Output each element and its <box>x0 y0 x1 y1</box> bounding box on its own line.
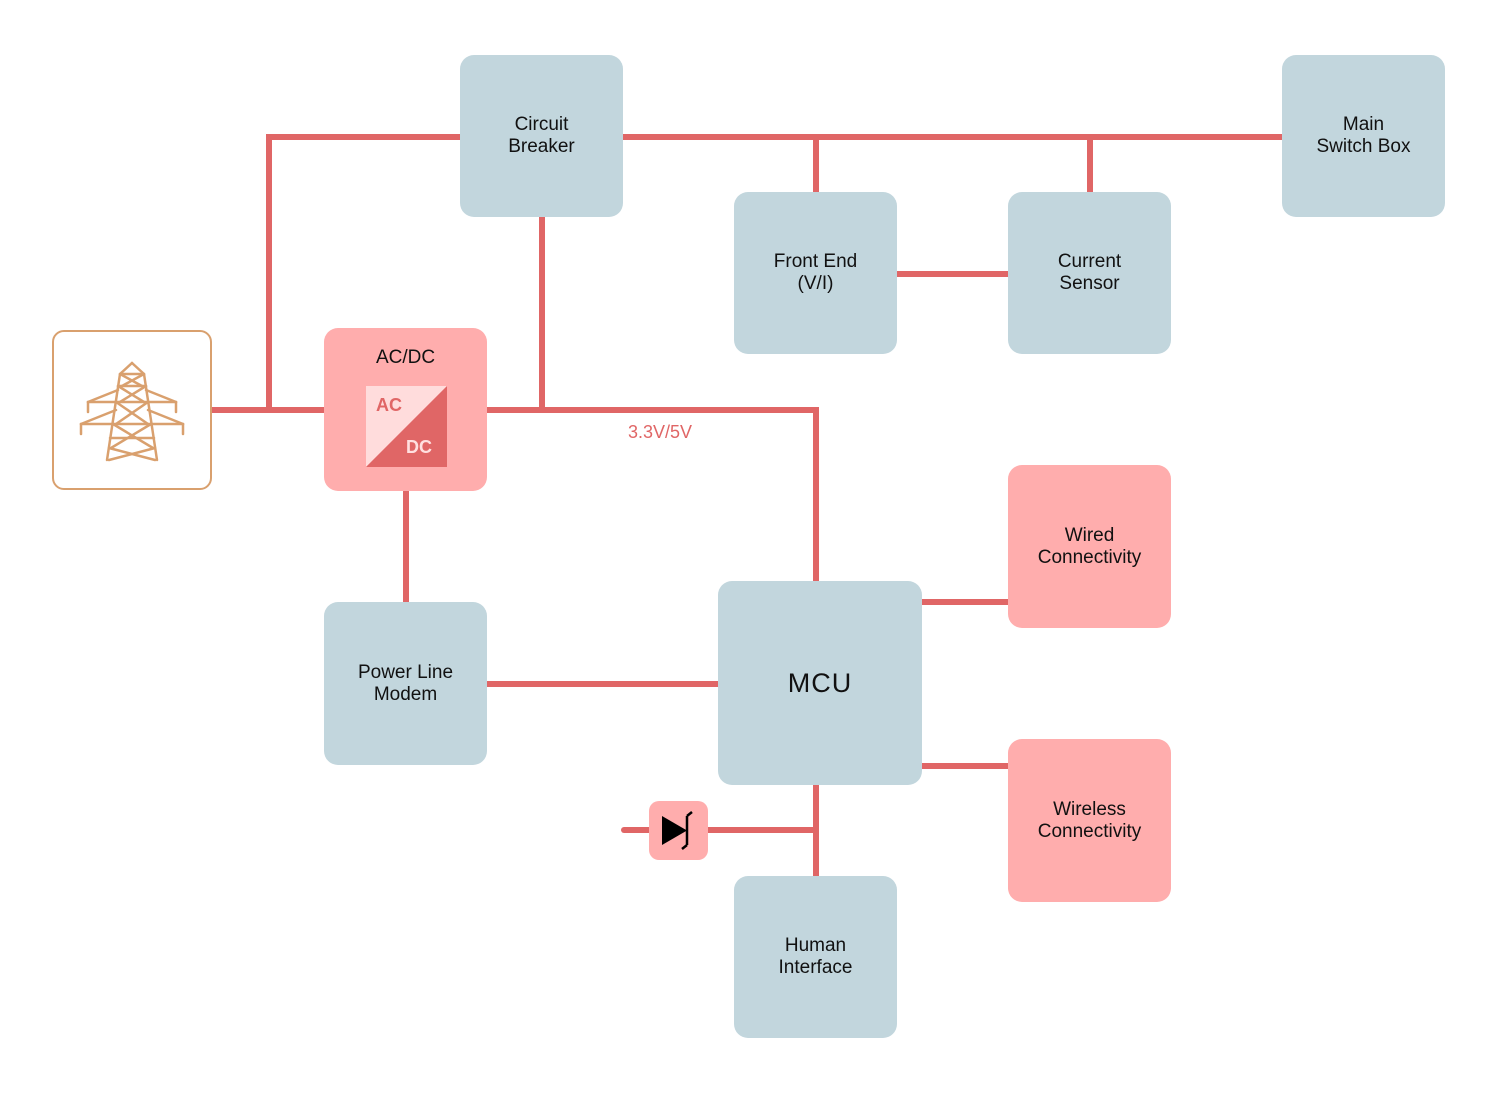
current-sensor-block: Current Sensor <box>1008 192 1171 354</box>
main-switch-box-label: Main Switch Box <box>1316 114 1411 157</box>
wired-connectivity-block: Wired Connectivity <box>1008 465 1171 628</box>
block-diagram: AC/DC AC DC 3.3V/5V Circuit Breaker Main… <box>0 0 1500 1095</box>
mcu-block: MCU <box>718 581 922 785</box>
human-interface-label: Human Interface <box>778 935 853 978</box>
tvs-diode-icon <box>662 811 693 850</box>
transmission-tower-icon <box>79 361 184 461</box>
current-sensor-label: Current Sensor <box>1057 251 1122 294</box>
acdc-dc-label: DC <box>406 437 432 457</box>
circuit-breaker-block: Circuit Breaker <box>460 55 623 217</box>
power-line-modem-block: Power Line Modem <box>324 602 487 765</box>
acdc-ac-label: AC <box>376 395 402 415</box>
wireless-connectivity-block: Wireless Connectivity <box>1008 739 1171 902</box>
acdc-title: AC/DC <box>375 347 436 368</box>
circuit-breaker-label: Circuit Breaker <box>508 114 575 157</box>
tvs-diode-block <box>649 801 708 860</box>
power-source-box <box>52 330 212 490</box>
power-line-modem-label: Power Line Modem <box>357 661 454 705</box>
front-end-block: Front End (V/I) <box>734 192 897 354</box>
mcu-label: MCU <box>787 668 853 698</box>
voltage-label: 3.3V/5V <box>628 422 693 442</box>
main-switch-box-block: Main Switch Box <box>1282 55 1445 217</box>
human-interface-block: Human Interface <box>734 876 897 1038</box>
wireless-connectivity-label: Wireless Connectivity <box>1037 798 1142 842</box>
front-end-label: Front End (V/I) <box>773 251 858 294</box>
acdc-converter-block: AC/DC AC DC <box>324 328 487 491</box>
wired-connectivity-label: Wired Connectivity <box>1037 524 1142 568</box>
